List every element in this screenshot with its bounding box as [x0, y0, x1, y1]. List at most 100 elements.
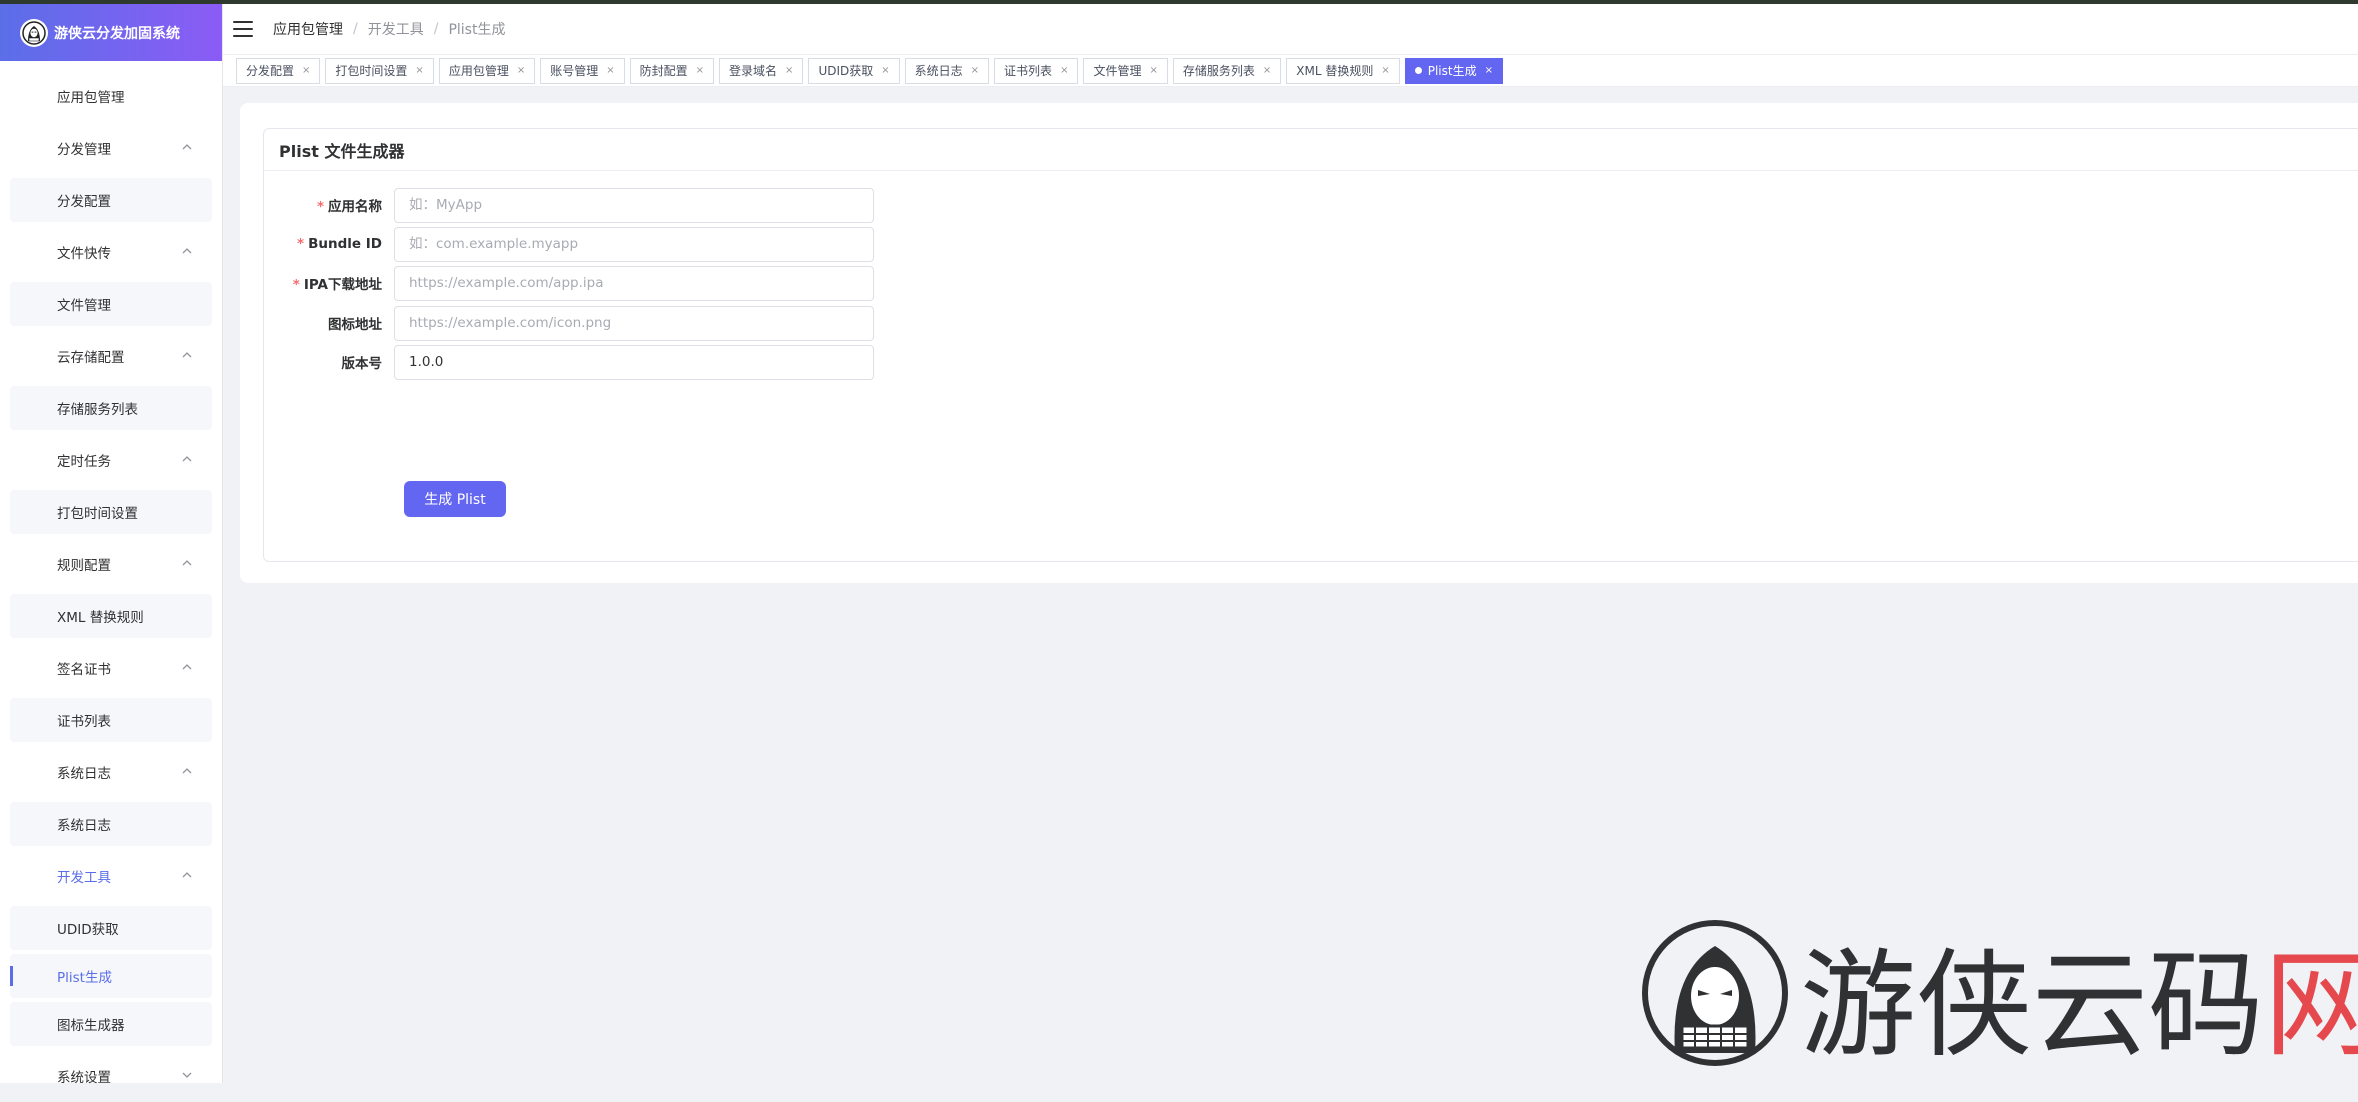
tab-5[interactable]: 登录域名 × [719, 57, 804, 84]
chevron-up-icon [182, 348, 192, 362]
sidebar-item-label: 定时任务 [57, 454, 111, 470]
sidebar-item-9[interactable]: 规则配置 [0, 538, 222, 590]
watermark-text: 游侠云码网 [1800, 938, 2358, 1073]
sidebar-item-15[interactable]: 开发工具 [0, 850, 222, 902]
close-icon[interactable]: × [881, 65, 889, 76]
form-input-2[interactable] [394, 265, 874, 301]
sidebar-item-12[interactable]: 证书列表 [10, 698, 212, 742]
sidebar-item-label: 签名证书 [57, 662, 111, 678]
hacker-logo-icon [20, 18, 48, 47]
close-icon[interactable]: × [785, 65, 793, 76]
required-asterisk: * [316, 199, 324, 215]
tab-0[interactable]: 分发配置 × [236, 57, 321, 84]
close-icon[interactable]: × [971, 65, 979, 76]
form-row-3: 图标地址 [264, 304, 964, 342]
tab-2[interactable]: 应用包管理 × [438, 57, 536, 84]
field-label-text: 版本号 [341, 356, 383, 372]
tab-9[interactable]: 文件管理 × [1083, 57, 1168, 84]
tab-12[interactable]: Plist生成 × [1404, 57, 1503, 84]
sidebar-item-2[interactable]: 分发配置 [10, 178, 212, 222]
sidebar-item-label: 分发配置 [57, 194, 111, 210]
tab-4[interactable]: 防封配置 × [629, 57, 715, 84]
sidebar-item-label: 文件快传 [57, 246, 111, 262]
tab-11[interactable]: XML 替换规则 × [1286, 57, 1400, 84]
breadcrumb-separator: / [353, 21, 358, 37]
tab-3[interactable]: 账号管理 × [540, 57, 625, 84]
close-icon[interactable]: × [517, 65, 525, 76]
sidebar-item-18[interactable]: 图标生成器 [10, 1002, 212, 1046]
sidebar-item-label: 图标生成器 [57, 1018, 125, 1034]
close-icon[interactable]: × [1149, 65, 1157, 76]
form-row-1: * Bundle ID [264, 225, 964, 263]
tab-10[interactable]: 存储服务列表 × [1172, 57, 1282, 84]
sidebar-item-0[interactable]: 应用包管理 [0, 70, 222, 122]
tab-label: XML 替换规则 [1296, 64, 1374, 78]
close-icon[interactable]: × [1485, 65, 1493, 76]
chevron-up-icon [182, 140, 192, 154]
sidebar-item-label: 存储服务列表 [57, 402, 138, 418]
window-top-line [0, 0, 2358, 4]
form-input-1[interactable] [394, 226, 874, 262]
sidebar-item-6[interactable]: 存储服务列表 [10, 386, 212, 430]
generate-plist-button[interactable]: 生成 Plist [404, 481, 506, 517]
chevron-up-icon [182, 660, 192, 674]
tab-6[interactable]: UDID获取 × [808, 57, 900, 84]
tab-1[interactable]: 打包时间设置 × [325, 57, 434, 84]
sidebar-item-13[interactable]: 系统日志 [0, 746, 222, 798]
field-label: 图标地址 [264, 313, 394, 333]
tab-8[interactable]: 证书列表 × [994, 57, 1079, 84]
app-title: 游侠云分发加固系统 [54, 25, 180, 42]
sidebar-item-1[interactable]: 分发管理 [0, 122, 222, 174]
tab-label: UDID获取 [818, 64, 874, 78]
sidebar-menu: 应用包管理 分发管理分发配置文件快传文件管理云存储配置存储服务列表 定时任务打包时间… [0, 70, 222, 1102]
chevron-up-icon [182, 244, 192, 258]
tab-label: 存储服务列表 [1182, 64, 1255, 78]
hacker-watermark-icon [1640, 918, 1790, 1072]
tags-view-bar: 分发配置 × 打包时间设置 × 应用包管理 × 账号管理 × 防封配置 × 登录域名 × UDID获取 ×… [223, 55, 2358, 87]
close-icon[interactable]: × [606, 65, 614, 76]
form-input-0[interactable] [394, 187, 874, 223]
brand-header[interactable]: 游侠云分发加固系统 [0, 4, 222, 61]
tab-label: 证书列表 [1004, 64, 1053, 78]
field-label-text: 应用名称 [328, 199, 382, 215]
card-title: Plist 文件生成器 [264, 129, 2358, 171]
chevron-up-icon [182, 556, 192, 570]
sidebar-item-label: 系统日志 [57, 766, 111, 782]
sidebar-item-14[interactable]: 系统日志 [10, 802, 212, 846]
tab-label: 系统日志 [914, 64, 963, 78]
field-label: * 应用名称 [264, 195, 394, 215]
field-label-text: IPA下载地址 [303, 277, 382, 293]
field-label: * Bundle ID [264, 236, 394, 252]
close-icon[interactable]: × [696, 65, 704, 76]
breadcrumb-item-app-packages[interactable]: 应用包管理 [273, 19, 343, 39]
sidebar-item-11[interactable]: 签名证书 [0, 642, 222, 694]
field-label-text: Bundle ID [308, 236, 382, 252]
sidebar: 游侠云分发加固系统 应用包管理 分发管理分发配置文件快传文件管理云存储配置存储服务… [0, 0, 223, 1086]
form-input-4[interactable] [394, 344, 874, 380]
sidebar-item-10[interactable]: XML 替换规则 [10, 594, 212, 638]
breadcrumb-item-dev-tools: 开发工具 [367, 22, 424, 38]
form-input-3[interactable] [394, 305, 874, 341]
chevron-up-icon [182, 868, 192, 882]
sidebar-item-3[interactable]: 文件快传 [0, 226, 222, 278]
chevron-down-icon [182, 1068, 192, 1082]
sidebar-item-label: UDID获取 [57, 922, 119, 938]
sidebar-item-16[interactable]: UDID获取 [10, 906, 212, 950]
sidebar-item-label: 打包时间设置 [57, 506, 138, 522]
close-icon[interactable]: × [302, 65, 310, 76]
tab-7[interactable]: 系统日志 × [904, 57, 990, 84]
sidebar-item-5[interactable]: 云存储配置 [0, 330, 222, 382]
sidebar-item-4[interactable]: 文件管理 [10, 282, 212, 326]
sidebar-item-label: 文件管理 [57, 298, 111, 314]
sidebar-item-8[interactable]: 打包时间设置 [10, 490, 212, 534]
sidebar-item-19[interactable]: 系统设置 [0, 1050, 222, 1102]
hamburger-menu-icon[interactable] [233, 21, 253, 37]
sidebar-item-7[interactable]: 定时任务 [0, 434, 222, 486]
close-icon[interactable]: × [1381, 65, 1389, 76]
close-icon[interactable]: × [1060, 65, 1068, 76]
tab-label: 分发配置 [246, 64, 295, 78]
tab-label: 登录域名 [729, 64, 778, 78]
sidebar-item-17[interactable]: Plist生成 [10, 954, 212, 998]
close-icon[interactable]: × [415, 65, 423, 76]
close-icon[interactable]: × [1263, 65, 1271, 76]
